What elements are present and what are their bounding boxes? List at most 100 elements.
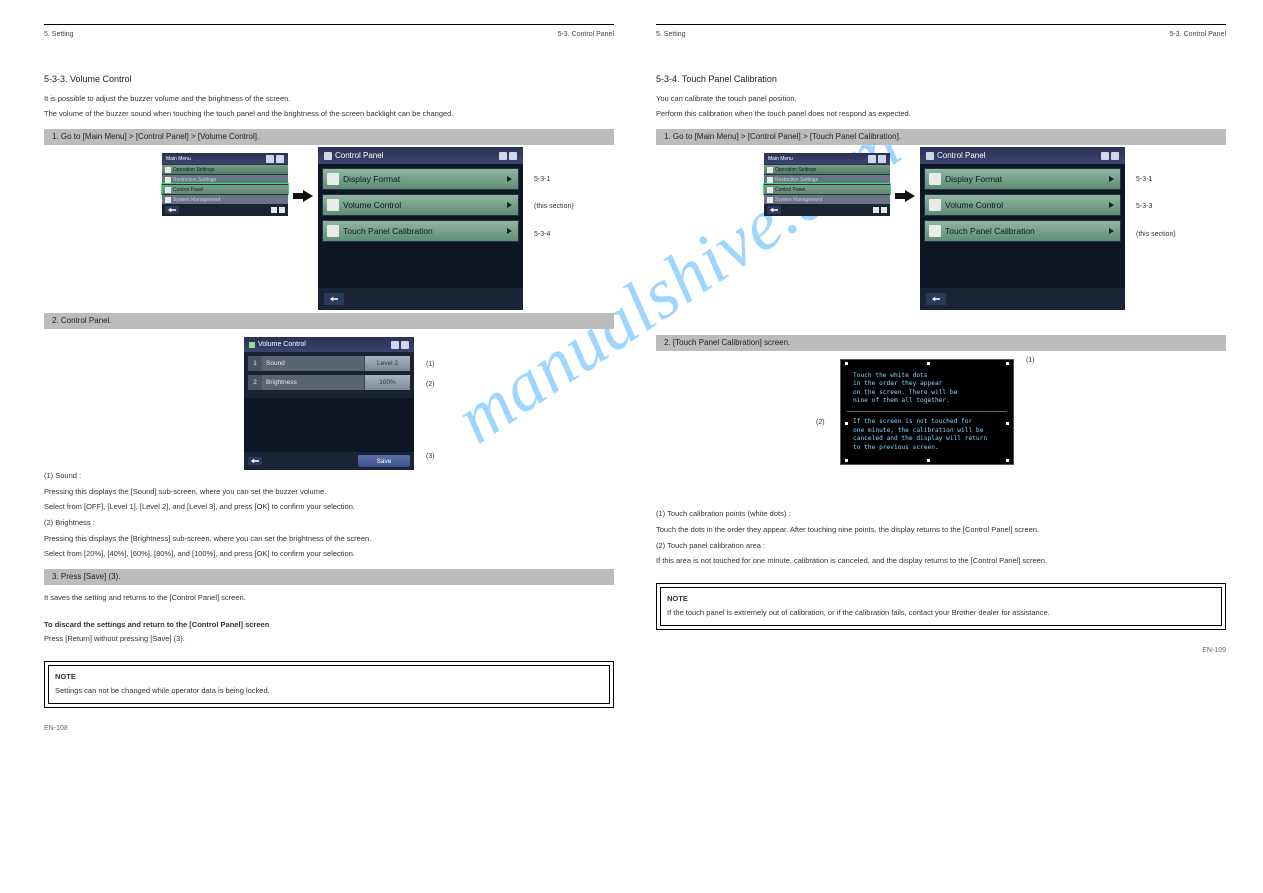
tool-icon[interactable] <box>873 207 879 213</box>
control-panel-title: Control Panel <box>335 151 383 160</box>
gear-icon[interactable] <box>276 155 284 163</box>
step2-bar: 2. [Touch Panel Calibration] screen. <box>656 335 1226 351</box>
lock-icon <box>767 177 773 183</box>
panel-icon <box>324 152 332 160</box>
breadcrumb: 5-3. Control Panel <box>558 31 614 38</box>
brightness-value-button[interactable]: 100% <box>364 375 410 390</box>
calib-desc2: If this area is not touched for one minu… <box>656 555 1226 566</box>
note-text: Settings can not be changed while operat… <box>55 686 603 697</box>
intro-line-1: You can calibrate the touch panel positi… <box>656 94 1226 105</box>
intro-line-2: Perform this calibration when the touch … <box>656 109 1226 120</box>
main-menu-title: Main Menu <box>166 156 191 162</box>
back-button[interactable] <box>324 293 344 305</box>
system-icon <box>165 197 171 203</box>
header-row: 5. Setting 5-3. Control Panel <box>44 31 614 38</box>
calibration-dot[interactable] <box>1006 422 1009 425</box>
gear-icon[interactable] <box>878 155 886 163</box>
home-icon[interactable] <box>1101 152 1109 160</box>
note-text: If the touch panel is extremely out of c… <box>667 608 1215 619</box>
calib-desc: Touch the dots in the order they appear.… <box>656 524 1226 535</box>
volume-control-panel: Volume Control 1 Sound Level 2 2 Brightn… <box>244 337 414 470</box>
row-label: Sound <box>262 360 364 367</box>
row-number: 1 <box>248 356 262 371</box>
right-page: 5. Setting 5-3. Control Panel 5-3-4. Tou… <box>656 24 1226 630</box>
step3-text: It saves the setting and returns to the … <box>44 593 614 604</box>
panel-icon <box>926 152 934 160</box>
menu-item-operation-settings[interactable]: Operation Settings <box>764 164 890 174</box>
cp-item-volume-control[interactable]: Volume Control <box>924 194 1121 216</box>
menu-item-control-panel[interactable]: Control Panel <box>162 184 288 194</box>
cp-item-display-format[interactable]: Display Format <box>322 168 519 190</box>
brightness-desc-b: Select from [20%], [40%], [60%], [80%], … <box>44 548 614 559</box>
back-button[interactable] <box>165 206 179 214</box>
calibration-dot[interactable] <box>1006 459 1009 462</box>
menu-item-label: Restriction Settings <box>173 177 216 183</box>
speaker-icon <box>929 199 941 211</box>
calibration-dot[interactable] <box>927 459 930 462</box>
back-button[interactable] <box>248 457 262 465</box>
calibration-screen[interactable]: Touch the white dots in the order they a… <box>840 359 1014 465</box>
speaker-icon <box>327 199 339 211</box>
callout-2: (2) <box>426 381 435 388</box>
calibration-dot[interactable] <box>845 362 848 365</box>
brightness-desc: Pressing this displays the [Brightness] … <box>44 533 614 544</box>
gear-icon <box>767 167 773 173</box>
sound-desc: Pressing this displays the [Sound] sub-s… <box>44 486 614 497</box>
note-title: NOTE <box>55 672 603 683</box>
menu-item-system-management[interactable]: System Management <box>764 194 890 204</box>
gear-icon[interactable] <box>509 152 517 160</box>
touch-icon <box>929 225 941 237</box>
tool-icon[interactable] <box>271 207 277 213</box>
sound-value-button[interactable]: Level 2 <box>364 356 410 371</box>
brightness-desc-head: (2) Brightness : <box>44 518 614 529</box>
step1-bar: 1. Go to [Main Menu] > [Control Panel] >… <box>656 129 1226 145</box>
menu-item-label: System Management <box>775 197 822 203</box>
cp-item-label: Volume Control <box>945 200 1003 210</box>
section-title: 5-3-4. Touch Panel Calibration <box>656 74 1226 84</box>
volume-control-title: Volume Control <box>258 341 306 348</box>
calibration-dot[interactable] <box>927 362 930 365</box>
display-icon <box>327 173 339 185</box>
calibration-message-2: If the screen is not touched for one min… <box>841 412 1013 457</box>
menu-item-restriction-settings[interactable]: Restriction Settings <box>162 174 288 184</box>
gear-icon[interactable] <box>401 341 409 349</box>
cp-item-volume-control[interactable]: Volume Control <box>322 194 519 216</box>
abort-text: Press [Return] without pressing [Save] (… <box>44 634 614 645</box>
breadcrumb: 5-3. Control Panel <box>1170 31 1226 38</box>
menu-item-label: System Management <box>173 197 220 203</box>
cp-item-display-format[interactable]: Display Format <box>924 168 1121 190</box>
help-icon[interactable] <box>881 207 887 213</box>
home-icon[interactable] <box>868 155 876 163</box>
callout-2: (2) <box>816 419 825 426</box>
panel-icon <box>165 187 171 193</box>
step1-bar: 1. Go to [Main Menu] > [Control Panel] >… <box>44 129 614 145</box>
home-icon[interactable] <box>499 152 507 160</box>
gear-icon[interactable] <box>1111 152 1119 160</box>
menu-item-restriction-settings[interactable]: Restriction Settings <box>764 174 890 184</box>
display-icon <box>929 173 941 185</box>
control-panel: Control Panel Display Format Volume Cont… <box>920 147 1125 310</box>
callout-3: (3) <box>426 453 435 460</box>
calibration-dot[interactable] <box>845 422 848 425</box>
cp-item-touch-calibration[interactable]: Touch Panel Calibration <box>924 220 1121 242</box>
row-number: 2 <box>248 375 262 390</box>
main-menu-panel: Main Menu Operation Settings Restriction… <box>764 153 890 216</box>
home-icon[interactable] <box>391 341 399 349</box>
note-title: NOTE <box>667 594 1215 605</box>
row-label: Brightness <box>262 379 364 386</box>
speaker-icon <box>249 342 255 348</box>
header-row: 5. Setting 5-3. Control Panel <box>656 31 1226 38</box>
save-button[interactable]: Save <box>358 455 410 467</box>
main-menu-title: Main Menu <box>768 156 793 162</box>
back-button[interactable] <box>767 206 781 214</box>
menu-item-control-panel[interactable]: Control Panel <box>764 184 890 194</box>
help-icon[interactable] <box>279 207 285 213</box>
back-button[interactable] <box>926 293 946 305</box>
menu-item-operation-settings[interactable]: Operation Settings <box>162 164 288 174</box>
menu-item-label: Restriction Settings <box>775 177 818 183</box>
home-icon[interactable] <box>266 155 274 163</box>
menu-item-system-management[interactable]: System Management <box>162 194 288 204</box>
calibration-dot[interactable] <box>845 459 848 462</box>
calibration-dot[interactable] <box>1006 362 1009 365</box>
cp-item-touch-calibration[interactable]: Touch Panel Calibration <box>322 220 519 242</box>
